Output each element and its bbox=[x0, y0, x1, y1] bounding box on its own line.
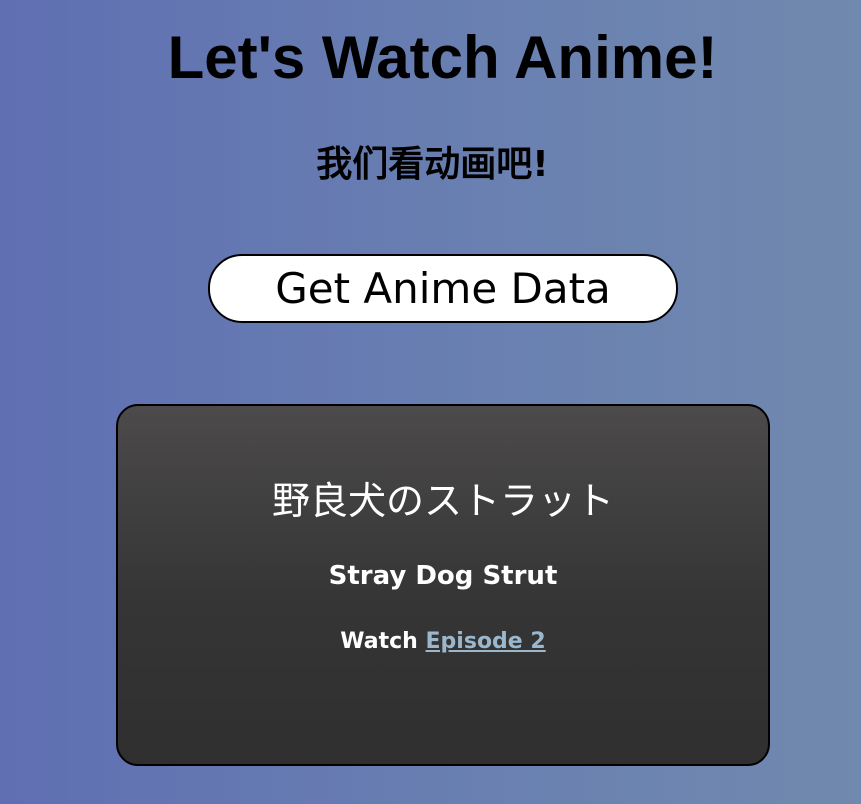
page-title: Let's Watch Anime! bbox=[167, 24, 718, 91]
anime-english-title: Stray Dog Strut bbox=[328, 561, 558, 591]
anime-japanese-title: 野良犬のストラット bbox=[271, 479, 614, 523]
get-anime-data-button[interactable]: Get Anime Data bbox=[208, 254, 678, 323]
watch-line: Watch Episode 2 bbox=[118, 627, 768, 657]
anime-card: 野良犬のストラット Stray Dog Strut Watch Episode … bbox=[116, 404, 770, 766]
watch-prefix: Watch bbox=[340, 629, 418, 654]
episode-link[interactable]: Episode 2 bbox=[426, 629, 546, 654]
page-subtitle: 我们看动画吧! bbox=[316, 144, 549, 185]
